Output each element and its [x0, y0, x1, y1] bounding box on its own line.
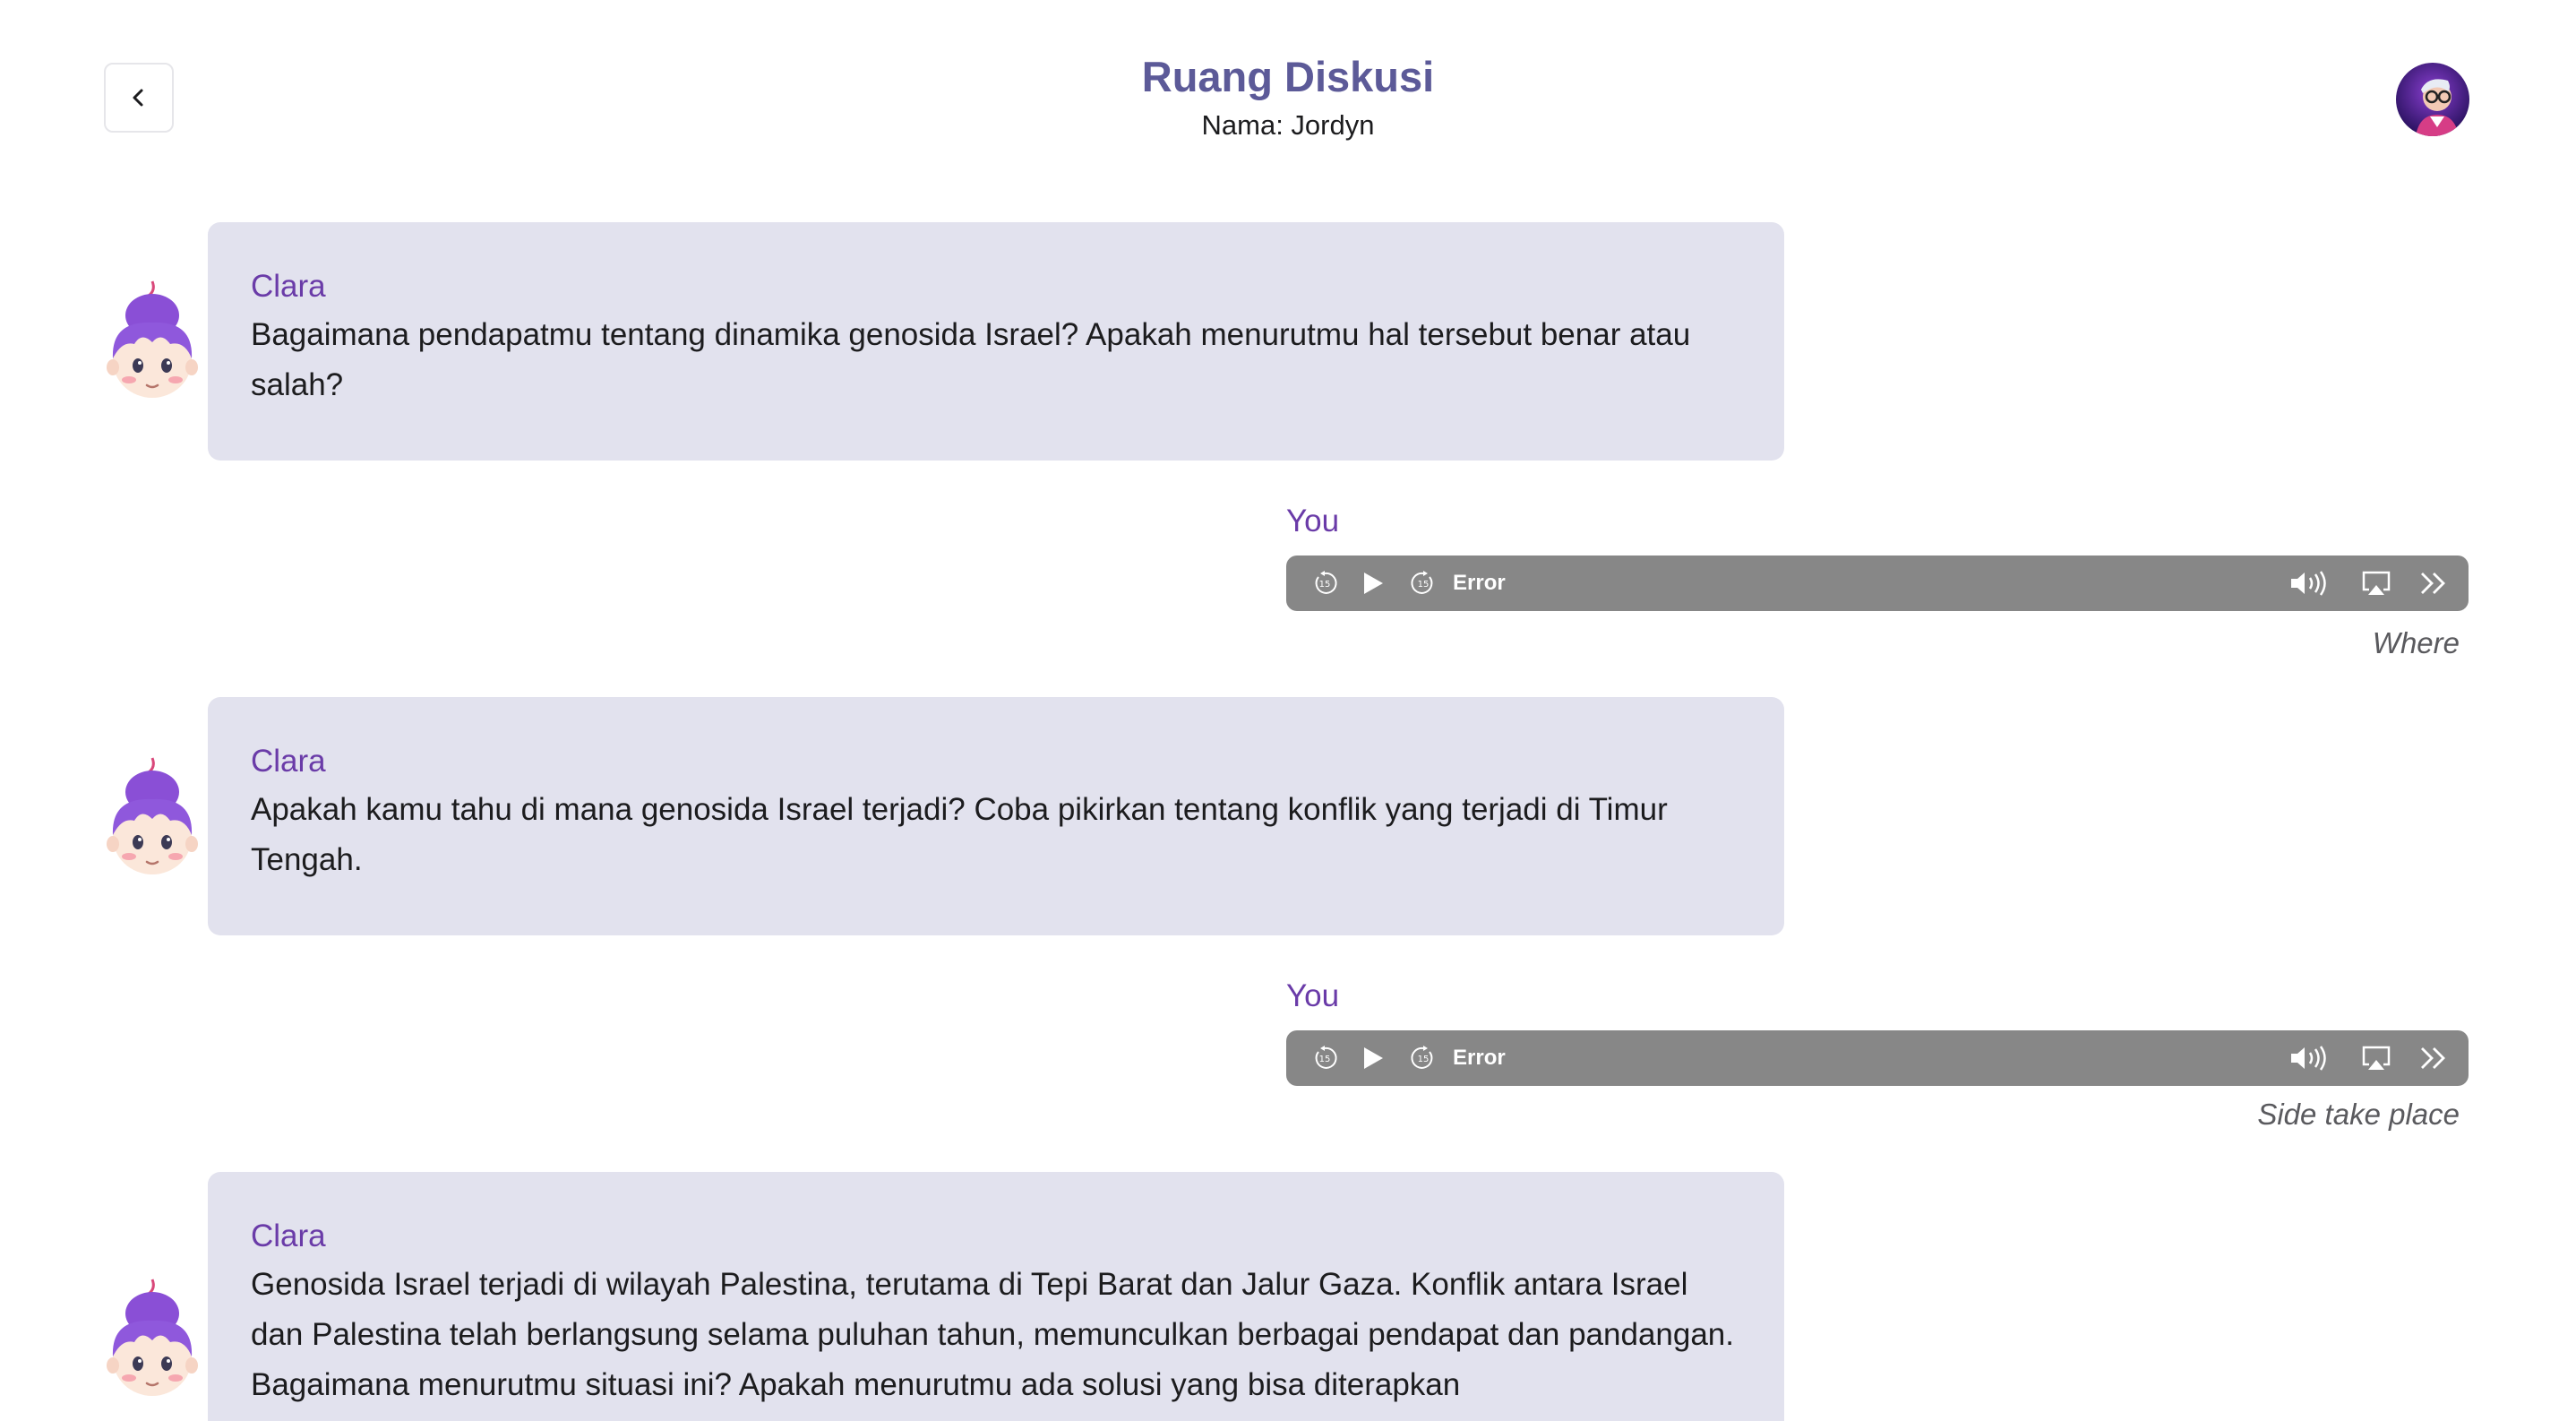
volume-icon[interactable]: [2289, 1045, 2331, 1072]
play-icon: [1364, 573, 1383, 594]
bot-avatar-icon: [107, 1279, 198, 1396]
bot-message-bubble: Clara Bagaimana pendapatmu tentang dinam…: [208, 222, 1784, 461]
chevrons-right-icon[interactable]: [2418, 570, 2449, 597]
message-text: Bagaimana pendapatmu tentang dinamika ge…: [251, 317, 1691, 402]
skip-back-15-icon[interactable]: 15: [1311, 570, 1338, 597]
skip-back-15-icon[interactable]: 15: [1311, 1045, 1338, 1072]
page-header: Ruang Diskusi Nama: Jordyn: [0, 50, 2576, 145]
skip-forward-15-icon[interactable]: 15: [1410, 1045, 1437, 1072]
message-sender-you: You: [1286, 978, 1340, 1013]
user-avatar[interactable]: [2396, 63, 2469, 136]
bot-message-bubble: Clara Apakah kamu tahu di mana genosida …: [208, 697, 1784, 935]
bot-avatar-icon: [107, 280, 198, 398]
transcription-caption: Side take place: [2257, 1098, 2460, 1131]
message-sender: Clara: [251, 744, 326, 779]
user-name-label: Nama: Jordyn: [1201, 109, 1375, 141]
audio-status: Error: [1453, 1046, 1506, 1070]
svg-text:15: 15: [1418, 580, 1430, 590]
bot-message-bubble: Clara Genosida Israel terjadi di wilayah…: [208, 1172, 1784, 1421]
bot-avatar-icon: [107, 757, 198, 874]
message-sender: Clara: [251, 269, 326, 304]
bot-avatar: [102, 754, 202, 880]
chevrons-right-icon[interactable]: [2418, 1045, 2449, 1072]
airplay-icon[interactable]: [2361, 570, 2391, 597]
play-button[interactable]: [1361, 1046, 1385, 1071]
message-text: Genosida Israel terjadi di wilayah Pales…: [251, 1267, 1734, 1402]
play-icon: [1364, 1047, 1383, 1069]
play-button[interactable]: [1361, 571, 1385, 596]
audio-player[interactable]: 15 15 Error: [1286, 1030, 2469, 1086]
volume-icon[interactable]: [2289, 570, 2331, 597]
message-sender-you: You: [1286, 504, 1340, 538]
svg-text:15: 15: [1319, 1055, 1331, 1064]
transcription-caption: Where: [2372, 626, 2460, 659]
airplay-icon[interactable]: [2361, 1045, 2391, 1072]
svg-text:15: 15: [1418, 1055, 1430, 1064]
page-title: Ruang Diskusi: [1141, 53, 1435, 100]
message-sender: Clara: [251, 1219, 326, 1253]
svg-text:15: 15: [1319, 580, 1331, 590]
message-text: Apakah kamu tahu di mana genosida Israel…: [251, 792, 1668, 877]
skip-forward-15-icon[interactable]: 15: [1410, 570, 1437, 597]
audio-player[interactable]: 15 15 Error: [1286, 555, 2469, 611]
user-avatar-icon: [2396, 63, 2469, 136]
bot-avatar: [102, 1276, 202, 1401]
bot-avatar: [102, 278, 202, 403]
audio-status: Error: [1453, 571, 1506, 595]
